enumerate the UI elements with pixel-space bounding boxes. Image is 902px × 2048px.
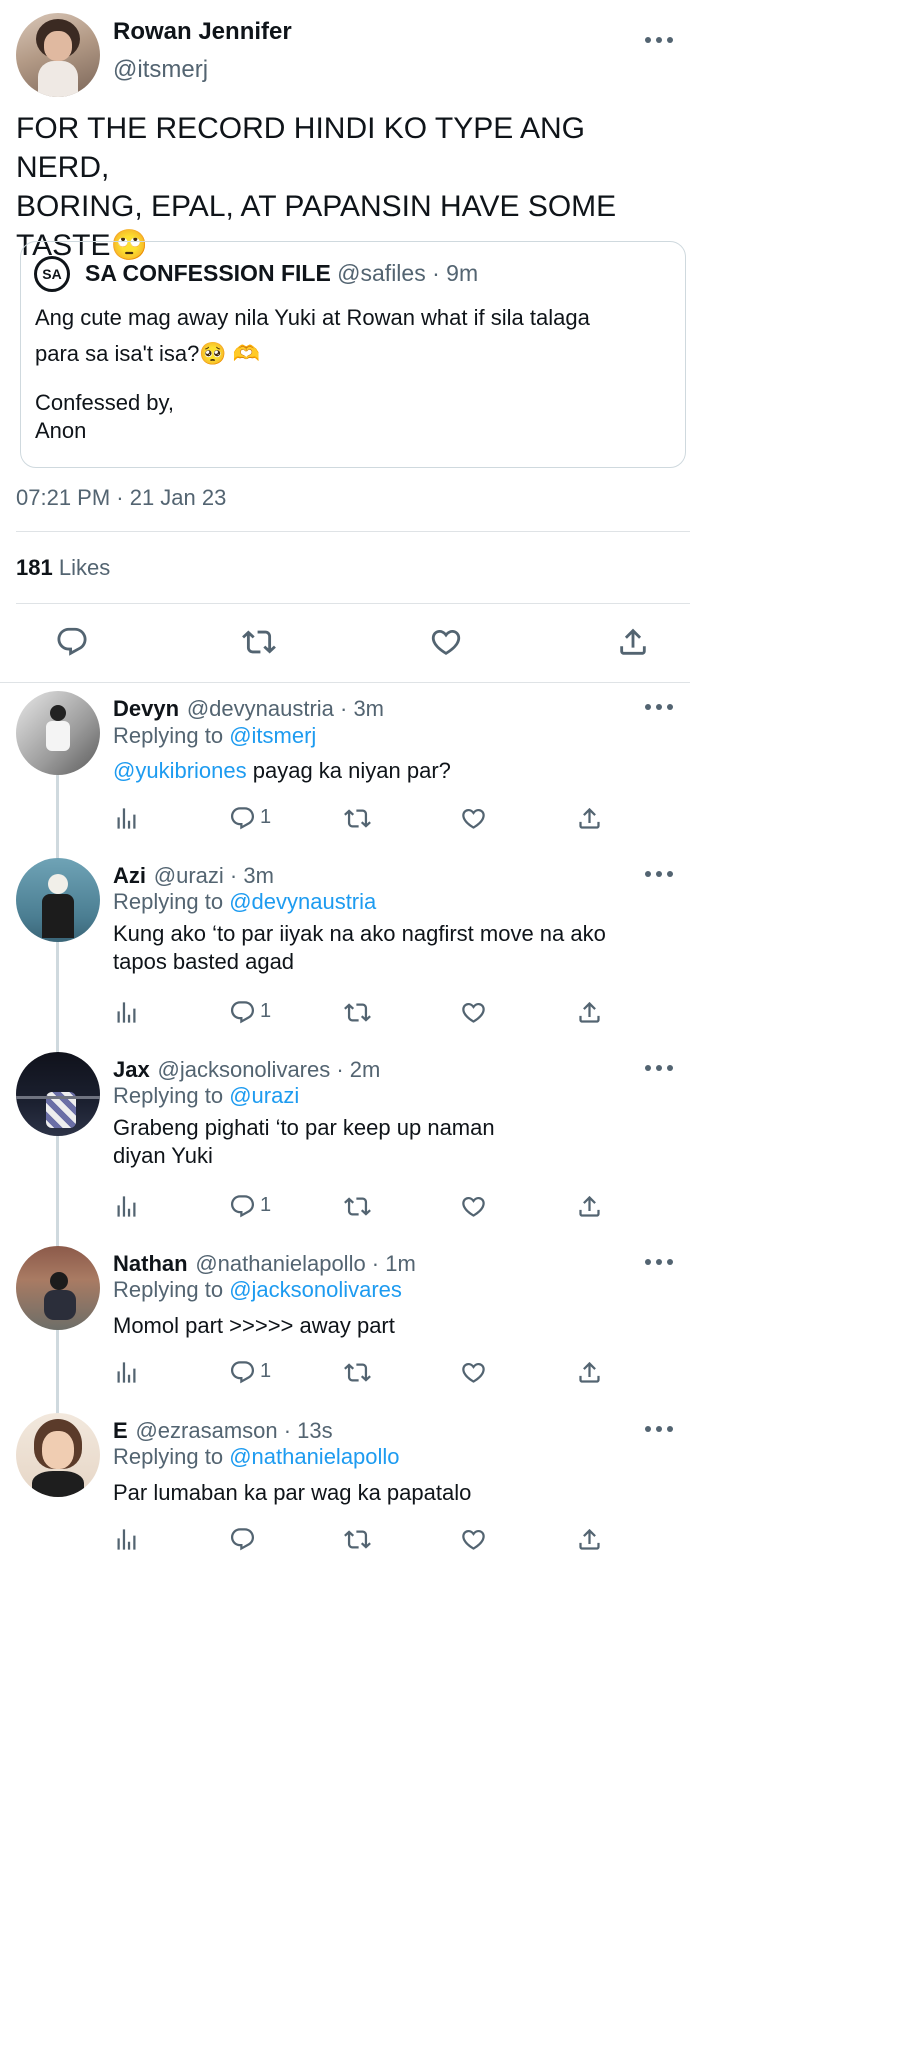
avatar[interactable] <box>16 1413 100 1497</box>
reply-icon[interactable] <box>229 1359 256 1386</box>
reply-text: @yukibriones payag ka niyan par? <box>113 752 451 789</box>
reply-icon[interactable] <box>229 1193 256 1220</box>
replying-to: Replying to @devynaustria <box>113 883 376 920</box>
author-avatar[interactable] <box>16 13 100 97</box>
replying-to-link[interactable]: @jacksonolivares <box>229 1277 402 1302</box>
likes-stat[interactable]: 181 Likes <box>16 555 110 581</box>
quoted-text-line: Anon <box>35 418 87 443</box>
views-icon[interactable] <box>113 805 140 832</box>
share-icon[interactable] <box>576 999 603 1026</box>
replying-to: Replying to @urazi <box>113 1077 299 1114</box>
replying-to-link[interactable]: @urazi <box>229 1083 299 1108</box>
tweet-text-line: BORING, EPAL, AT PAPANSIN HAVE SOME <box>16 190 617 223</box>
replying-to-label: Replying to <box>113 889 230 914</box>
share-icon[interactable] <box>576 1193 603 1220</box>
reply-text-line: Kung ako ‘to par iiyak na ako nagfirst m… <box>113 921 606 946</box>
replying-to: Replying to @itsmerj <box>113 717 316 754</box>
likes-count: 181 <box>16 555 53 580</box>
like-icon[interactable] <box>460 999 487 1026</box>
reply-text-line: Grabeng pighati ‘to par keep up naman <box>113 1115 495 1140</box>
quoted-author-name: SA CONFESSION FILE <box>85 260 331 286</box>
share-icon[interactable] <box>576 1359 603 1386</box>
retweet-icon[interactable] <box>344 1359 371 1386</box>
more-icon[interactable] <box>645 1426 673 1432</box>
replying-to: Replying to @jacksonolivares <box>113 1271 402 1308</box>
reply-count: 1 <box>260 1194 272 1216</box>
avatar[interactable] <box>16 1246 100 1330</box>
views-icon[interactable] <box>113 1526 140 1553</box>
replying-to-label: Replying to <box>113 1444 230 1469</box>
author-name[interactable]: Rowan Jennifer <box>113 18 292 46</box>
more-icon[interactable] <box>645 871 673 877</box>
more-icon[interactable] <box>645 37 673 43</box>
reply-icon[interactable] <box>229 999 256 1026</box>
quoted-text-line: Ang cute mag away nila Yuki at Rowan wha… <box>35 305 590 330</box>
retweet-icon[interactable] <box>344 805 371 832</box>
quoted-logo-text: SA <box>42 266 62 282</box>
author-handle[interactable]: @itsmerj <box>113 56 208 84</box>
share-icon[interactable] <box>576 805 603 832</box>
replying-to-label: Replying to <box>113 723 230 748</box>
like-icon[interactable] <box>429 625 463 659</box>
like-icon[interactable] <box>460 805 487 832</box>
avatar[interactable] <box>16 691 100 775</box>
reply-text: Par lumaban ka par wag ka papatalo <box>113 1479 471 1507</box>
retweet-icon[interactable] <box>242 625 276 659</box>
replying-to-link[interactable]: @nathanielapollo <box>229 1444 399 1469</box>
more-icon[interactable] <box>645 1065 673 1071</box>
tweet-text-line: FOR THE RECORD HINDI KO TYPE ANG NERD, <box>16 112 585 184</box>
reply-text-line: diyan Yuki <box>113 1143 213 1168</box>
reply-text-line: tapos basted agad <box>113 949 295 974</box>
reply-text: Grabeng pighati ‘to par keep up naman di… <box>113 1114 495 1170</box>
retweet-icon[interactable] <box>344 1193 371 1220</box>
reply-text-line: Par lumaban ka par wag ka papatalo <box>113 1480 472 1505</box>
divider <box>16 603 690 604</box>
avatar[interactable] <box>16 858 100 942</box>
reply-text: Momol part >>>>> away part <box>113 1312 395 1340</box>
reply-text-line: Momol part >>>>> away part <box>113 1313 395 1338</box>
replying-to-label: Replying to <box>113 1083 230 1108</box>
divider <box>16 531 690 532</box>
quoted-tweet-card[interactable]: SA SA CONFESSION FILE @safiles · 9m Ang … <box>20 241 686 468</box>
divider <box>0 682 690 683</box>
tweet-timestamp[interactable]: 07:21 PM · 21 Jan 23 <box>16 485 226 511</box>
reply-icon[interactable] <box>229 805 256 832</box>
replying-to-label: Replying to <box>113 1277 230 1302</box>
replying-to-link[interactable]: @itsmerj <box>229 723 316 748</box>
retweet-icon[interactable] <box>344 1526 371 1553</box>
reply-count: 1 <box>260 1000 272 1022</box>
replying-to-link[interactable]: @devynaustria <box>229 889 376 914</box>
share-icon[interactable] <box>616 625 650 659</box>
quoted-text-line: Confessed by, <box>35 390 175 415</box>
share-icon[interactable] <box>576 1526 603 1553</box>
quoted-author-logo: SA <box>34 256 70 292</box>
replying-to: Replying to @nathanielapollo <box>113 1438 400 1475</box>
more-icon[interactable] <box>645 1259 673 1265</box>
like-icon[interactable] <box>460 1526 487 1553</box>
retweet-icon[interactable] <box>344 999 371 1026</box>
views-icon[interactable] <box>113 1359 140 1386</box>
reply-icon[interactable] <box>55 625 89 659</box>
likes-label: Likes <box>58 555 111 580</box>
like-icon[interactable] <box>460 1359 487 1386</box>
reply-text-content: payag ka niyan par? <box>246 758 451 783</box>
reply-count: 1 <box>260 806 272 828</box>
quoted-author-handle: @safiles · 9m <box>337 260 479 286</box>
avatar[interactable] <box>16 1052 100 1136</box>
reply-text: Kung ako ‘to par iiyak na ako nagfirst m… <box>113 920 606 976</box>
more-icon[interactable] <box>645 704 673 710</box>
mention-link[interactable]: @yukibriones <box>113 758 247 783</box>
reply-icon[interactable] <box>229 1526 256 1553</box>
views-icon[interactable] <box>113 1193 140 1220</box>
reply-count: 1 <box>260 1360 272 1382</box>
views-icon[interactable] <box>113 999 140 1026</box>
quoted-author: SA CONFESSION FILE @safiles · 9m <box>85 260 478 287</box>
like-icon[interactable] <box>460 1193 487 1220</box>
quoted-text: Ang cute mag away nila Yuki at Rowan wha… <box>35 300 675 445</box>
quoted-text-line: para sa isa't isa?🥺 🫶 <box>35 341 261 366</box>
